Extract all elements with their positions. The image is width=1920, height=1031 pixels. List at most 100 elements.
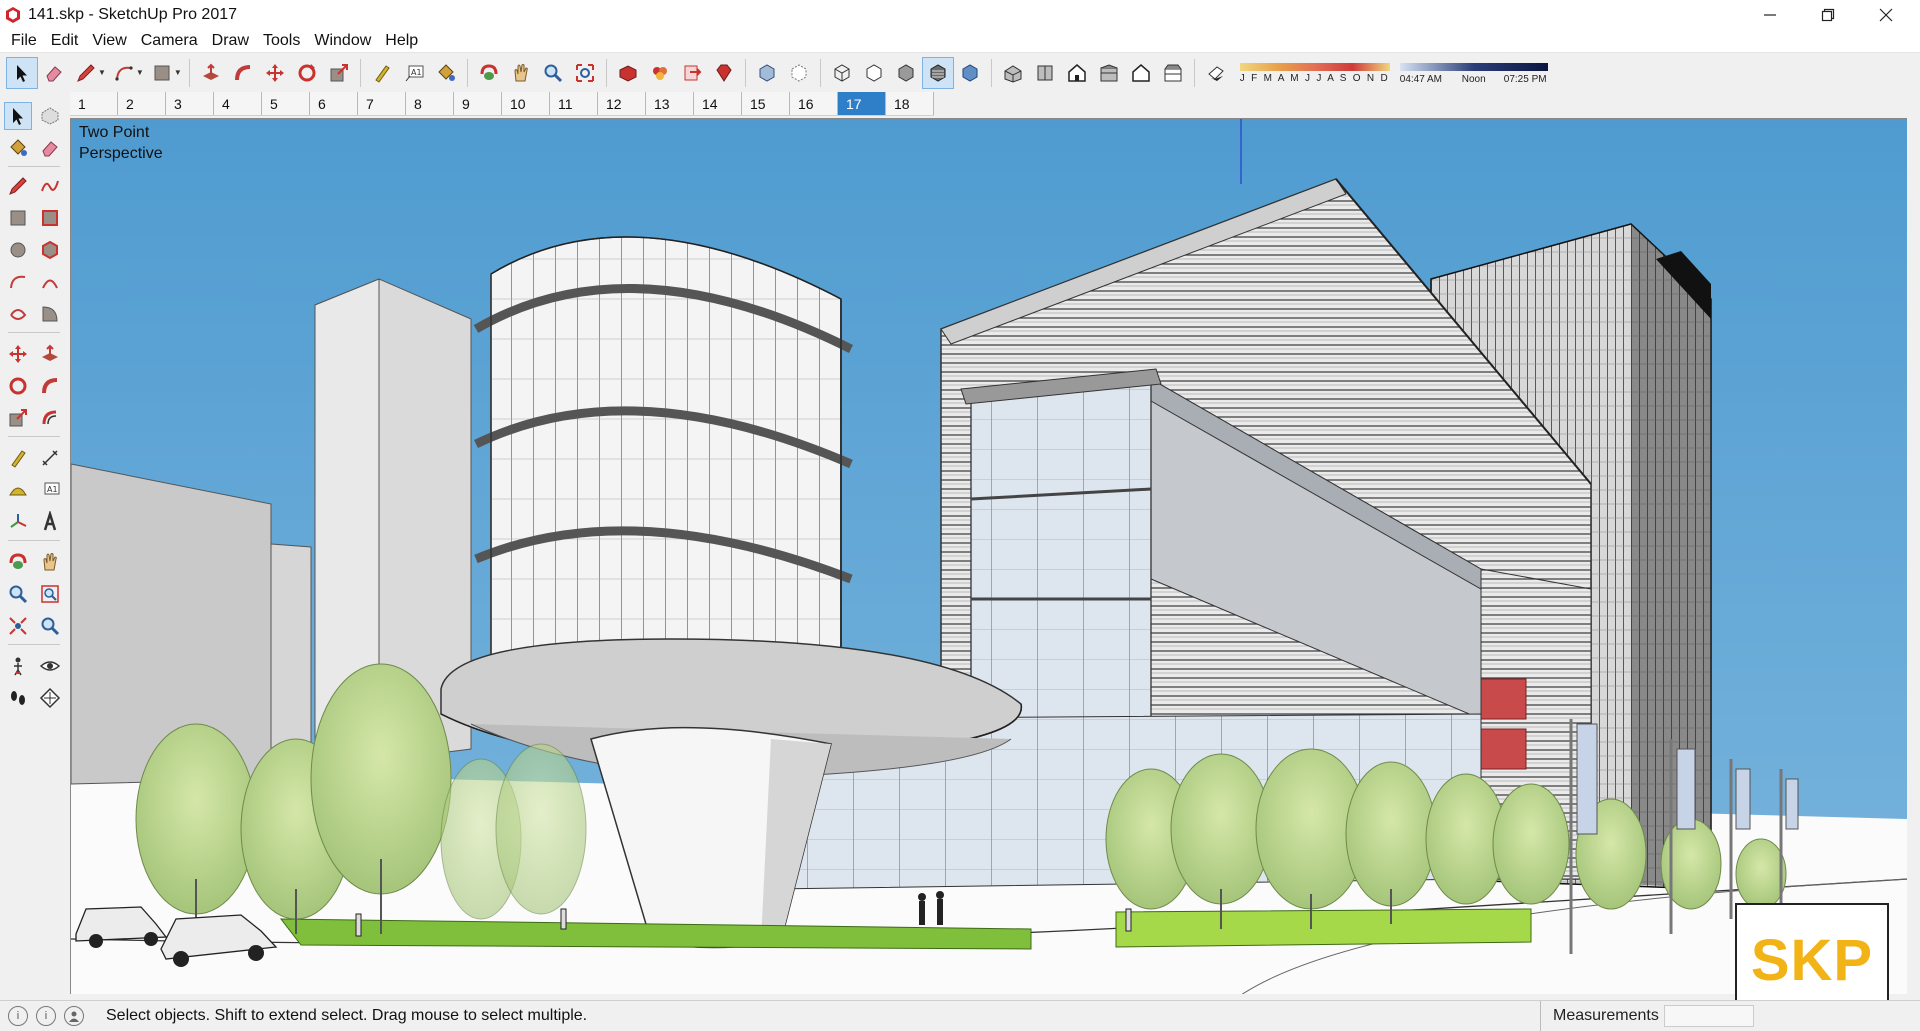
shaded-style-button[interactable] bbox=[890, 57, 922, 89]
scene-tab-13[interactable]: 13 bbox=[646, 92, 694, 115]
palette-zoom-button[interactable] bbox=[4, 580, 32, 608]
palette-pan-button[interactable] bbox=[36, 548, 64, 576]
text-tool-button[interactable]: A1 bbox=[398, 57, 430, 89]
follow-me-tool-button[interactable] bbox=[227, 57, 259, 89]
palette-protractor-button[interactable] bbox=[4, 476, 32, 504]
front-view-button[interactable] bbox=[1061, 57, 1093, 89]
xray-style-button[interactable] bbox=[751, 57, 783, 89]
palette-offset-button[interactable] bbox=[36, 404, 64, 432]
model-viewport[interactable]: Two Point Perspective bbox=[70, 118, 1907, 994]
palette-rotate-button[interactable] bbox=[4, 372, 32, 400]
scene-tab-6[interactable]: 6 bbox=[310, 92, 358, 115]
menu-file[interactable]: File bbox=[4, 32, 44, 50]
palette-rotated-rectangle-button[interactable] bbox=[36, 204, 64, 232]
shadow-time-slider[interactable]: 04:47 AM Noon 07:25 PM bbox=[1399, 59, 1550, 87]
palette-paint-bucket-button[interactable] bbox=[4, 134, 32, 162]
palette-follow-me-button[interactable] bbox=[36, 372, 64, 400]
select-tool-button[interactable] bbox=[6, 56, 38, 89]
menu-view[interactable]: View bbox=[85, 32, 133, 50]
scene-tab-10[interactable]: 10 bbox=[502, 92, 550, 115]
menu-camera[interactable]: Camera bbox=[134, 32, 205, 50]
pencil-dropdown-icon[interactable]: ▼ bbox=[98, 68, 106, 77]
rectangle-dropdown-icon[interactable]: ▼ bbox=[174, 68, 182, 77]
palette-select-button[interactable] bbox=[4, 102, 32, 130]
monochrome-style-button[interactable] bbox=[954, 57, 986, 89]
measurements-input[interactable] bbox=[1664, 1005, 1754, 1027]
minimize-button[interactable] bbox=[1742, 0, 1798, 30]
menu-edit[interactable]: Edit bbox=[44, 32, 86, 50]
scene-tab-18[interactable]: 18 bbox=[886, 92, 934, 115]
palette-make-component-button[interactable] bbox=[36, 102, 64, 130]
palette-orbit-button[interactable] bbox=[4, 548, 32, 576]
palette-eraser-button[interactable] bbox=[36, 134, 64, 162]
move-tool-button[interactable] bbox=[259, 57, 291, 89]
palette-move-button[interactable] bbox=[4, 340, 32, 368]
scene-tab-1[interactable]: 1 bbox=[70, 92, 118, 115]
scene-tab-14[interactable]: 14 bbox=[694, 92, 742, 115]
palette-section-plane-button[interactable] bbox=[36, 684, 64, 712]
palette-walk-button[interactable] bbox=[4, 684, 32, 712]
scene-tab-7[interactable]: 7 bbox=[358, 92, 406, 115]
close-button[interactable] bbox=[1858, 0, 1914, 30]
palette-position-camera-button[interactable] bbox=[4, 652, 32, 680]
send-to-layout-button[interactable] bbox=[676, 57, 708, 89]
palette-rectangle-button[interactable] bbox=[4, 204, 32, 232]
menu-window[interactable]: Window bbox=[307, 32, 378, 50]
shadows-toggle-button[interactable] bbox=[1200, 57, 1232, 89]
palette-3d-text-button[interactable] bbox=[36, 508, 64, 536]
hidden-line-style-button[interactable] bbox=[858, 57, 890, 89]
palette-scale-button[interactable] bbox=[4, 404, 32, 432]
scene-tab-15[interactable]: 15 bbox=[742, 92, 790, 115]
palette-tape-measure-button[interactable] bbox=[4, 444, 32, 472]
paint-bucket-tool-button[interactable] bbox=[430, 57, 462, 89]
eraser-tool-button[interactable] bbox=[38, 57, 70, 89]
left-view-button[interactable] bbox=[1157, 57, 1189, 89]
scene-tab-4[interactable]: 4 bbox=[214, 92, 262, 115]
push-pull-tool-button[interactable] bbox=[195, 57, 227, 89]
scale-tool-button[interactable] bbox=[323, 57, 355, 89]
palette-push-pull-button[interactable] bbox=[36, 340, 64, 368]
wireframe-style-button[interactable] bbox=[826, 57, 858, 89]
rotate-tool-button[interactable] bbox=[291, 57, 323, 89]
3d-warehouse-button[interactable] bbox=[612, 57, 644, 89]
scene-tab-9[interactable]: 9 bbox=[454, 92, 502, 115]
scene-tab-2[interactable]: 2 bbox=[118, 92, 166, 115]
top-view-button[interactable] bbox=[1029, 57, 1061, 89]
scene-tab-5[interactable]: 5 bbox=[262, 92, 310, 115]
arc-dropdown-icon[interactable]: ▼ bbox=[136, 68, 144, 77]
palette-axes-button[interactable] bbox=[4, 508, 32, 536]
palette-line-button[interactable] bbox=[4, 172, 32, 200]
credits-icon[interactable]: i bbox=[36, 1005, 56, 1026]
palette-3point-arc-button[interactable] bbox=[4, 300, 32, 328]
extension-warehouse-button[interactable] bbox=[644, 57, 676, 89]
palette-circle-button[interactable] bbox=[4, 236, 32, 264]
scene-tab-8[interactable]: 8 bbox=[406, 92, 454, 115]
zoom-tool-button[interactable] bbox=[537, 57, 569, 89]
shaded-textures-style-button[interactable] bbox=[921, 56, 954, 89]
restore-button[interactable] bbox=[1800, 0, 1856, 30]
tape-measure-tool-button[interactable] bbox=[366, 57, 398, 89]
scene-tab-11[interactable]: 11 bbox=[550, 92, 598, 115]
palette-pie-button[interactable] bbox=[36, 300, 64, 328]
palette-dimension-button[interactable] bbox=[36, 444, 64, 472]
scene-tab-3[interactable]: 3 bbox=[166, 92, 214, 115]
iso-view-button[interactable] bbox=[997, 57, 1029, 89]
palette-arc-button[interactable] bbox=[4, 268, 32, 296]
pan-tool-button[interactable] bbox=[505, 57, 537, 89]
scene-tab-16[interactable]: 16 bbox=[790, 92, 838, 115]
scene-tab-17[interactable]: 17 bbox=[838, 92, 886, 115]
palette-look-around-button[interactable] bbox=[36, 652, 64, 680]
geo-location-icon[interactable]: i bbox=[8, 1005, 28, 1026]
palette-text-button[interactable]: A1 bbox=[36, 476, 64, 504]
ruby-console-button[interactable] bbox=[708, 57, 740, 89]
palette-previous-view-button[interactable] bbox=[36, 612, 64, 640]
palette-2point-arc-button[interactable] bbox=[36, 268, 64, 296]
menu-help[interactable]: Help bbox=[378, 32, 425, 50]
menu-tools[interactable]: Tools bbox=[256, 32, 307, 50]
palette-polygon-button[interactable] bbox=[36, 236, 64, 264]
palette-freehand-button[interactable] bbox=[36, 172, 64, 200]
palette-zoom-window-button[interactable] bbox=[36, 580, 64, 608]
right-view-button[interactable] bbox=[1093, 57, 1125, 89]
palette-zoom-extents-button[interactable] bbox=[4, 612, 32, 640]
scene-tab-12[interactable]: 12 bbox=[598, 92, 646, 115]
